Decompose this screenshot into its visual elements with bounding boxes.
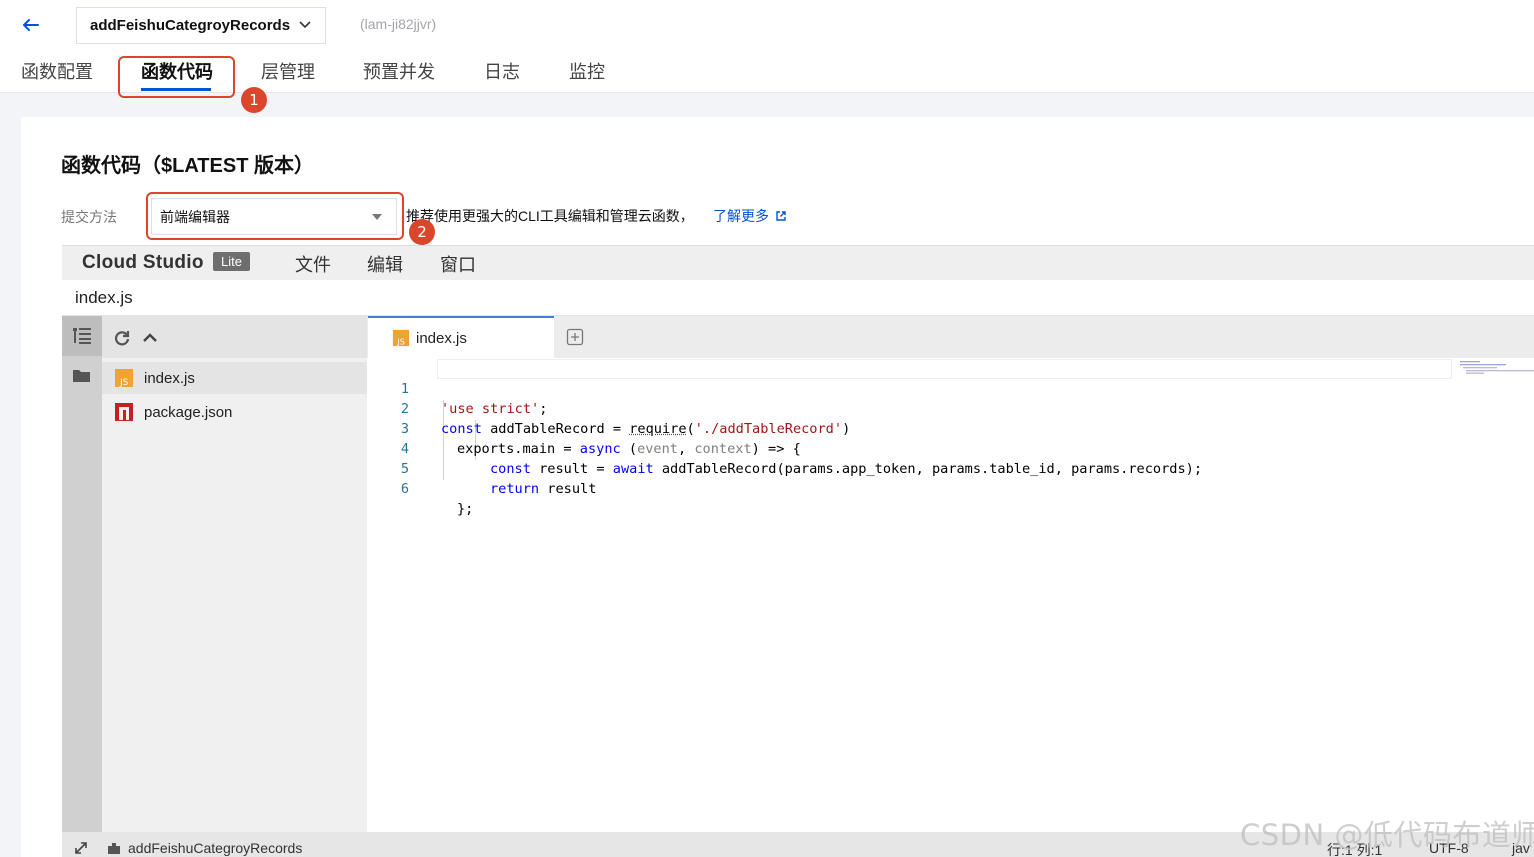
ide-menubar: Cloud Studio Lite 文件 编辑 窗口 [62,246,1534,280]
function-id: (lam-ji82jjvr) [360,16,437,32]
tab-provisioned-concurrency[interactable]: 预置并发 [363,58,435,84]
tab-logs[interactable]: 日志 [484,58,520,84]
svg-text:JS: JS [119,378,129,388]
page-title: 函数代码（$LATEST 版本） [61,155,314,177]
dropdown-triangle-icon [372,214,382,220]
submit-method-select[interactable]: 前端编辑器 [151,198,397,235]
expand-icon[interactable] [74,841,88,855]
code-line: 1 'use strict'; [367,359,1452,417]
menu-file[interactable]: 文件 [295,251,331,277]
tab-monitoring[interactable]: 监控 [569,58,605,84]
line-number: 6 [400,481,409,497]
learn-more-link[interactable]: 了解更多 [713,206,787,226]
collapse-up-icon[interactable] [140,328,160,348]
outline-icon[interactable] [62,316,102,356]
submit-method-value: 前端编辑器 [160,208,230,225]
code-line: 6 }; [367,459,1452,517]
annotation-badge-1: 1 [241,87,267,113]
menu-window[interactable]: 窗口 [440,251,476,277]
lite-badge: Lite [213,252,250,271]
add-tab-icon[interactable] [565,327,585,347]
tab-layer-management[interactable]: 层管理 [261,58,315,84]
tab-function-code[interactable]: 函数代码 [141,58,213,84]
js-file-icon: JS [115,369,133,388]
ide-path-bar: index.js [62,280,1534,316]
npm-file-icon [115,403,133,421]
ide-activity-bar [62,316,102,832]
svg-text:JS: JS [396,336,405,346]
code-line: 3 exports.main = async (event, context) … [367,399,1452,457]
js-file-icon: JS [392,329,410,346]
cloud-studio-logo: Cloud Studio [82,252,204,273]
learn-more-label: 了解更多 [713,208,769,224]
code-line: 2 const addTableRecord = require('./addT… [367,379,1452,437]
file-item-index-js[interactable]: JS index.js [102,362,367,394]
menu-edit[interactable]: 编辑 [367,251,403,277]
active-tab-indicator [141,88,211,91]
code-area[interactable]: 1 'use strict'; 2 const addTableRecord =… [367,358,1534,832]
function-selector[interactable]: addFeishuCategroyRecords [76,7,326,44]
tab-function-config[interactable]: 函数配置 [21,58,93,84]
plugin-icon [108,843,120,854]
submit-method-label: 提交方法 [61,209,117,225]
editor-tab-label: index.js [416,329,467,347]
cloud-studio-ide: Cloud Studio Lite 文件 编辑 窗口 index.js JS i… [62,245,1534,857]
code-text: return result [490,481,597,497]
cli-hint-text: 推荐使用更强大的CLI工具编辑和管理云函数， [406,208,694,224]
status-project-name[interactable]: addFeishuCategroyRecords [128,840,302,856]
editor-tab-bar: JS index.js [367,316,1534,358]
watermark: CSDN @低代码布道师 [1240,818,1534,852]
back-arrow-icon[interactable] [18,10,44,40]
current-file-path: index.js [75,288,133,307]
refresh-icon[interactable] [112,328,132,348]
annotation-badge-2: 2 [409,219,435,245]
external-link-icon [776,211,786,221]
file-name: index.js [144,369,195,387]
folder-icon[interactable] [62,356,102,396]
file-explorer: JS index.js package.json [102,316,367,832]
file-name: package.json [144,403,233,421]
page-header: addFeishuCategroyRecords (lam-ji82jjvr) … [0,0,1534,93]
explorer-toolbar [102,316,367,358]
code-line: 5 return result [367,439,1452,497]
file-item-package-json[interactable]: package.json [102,396,367,428]
code-editor: JS index.js 1 'use strict'; 2 const addT… [367,316,1534,832]
code-text: }; [457,501,474,517]
editor-tab-index-js[interactable]: JS index.js [368,316,554,358]
minimap [1460,361,1534,374]
code-line: 4 const result = await addTableRecord(pa… [367,419,1452,477]
function-name: addFeishuCategroyRecords [90,17,291,34]
chevron-down-icon [299,21,311,29]
